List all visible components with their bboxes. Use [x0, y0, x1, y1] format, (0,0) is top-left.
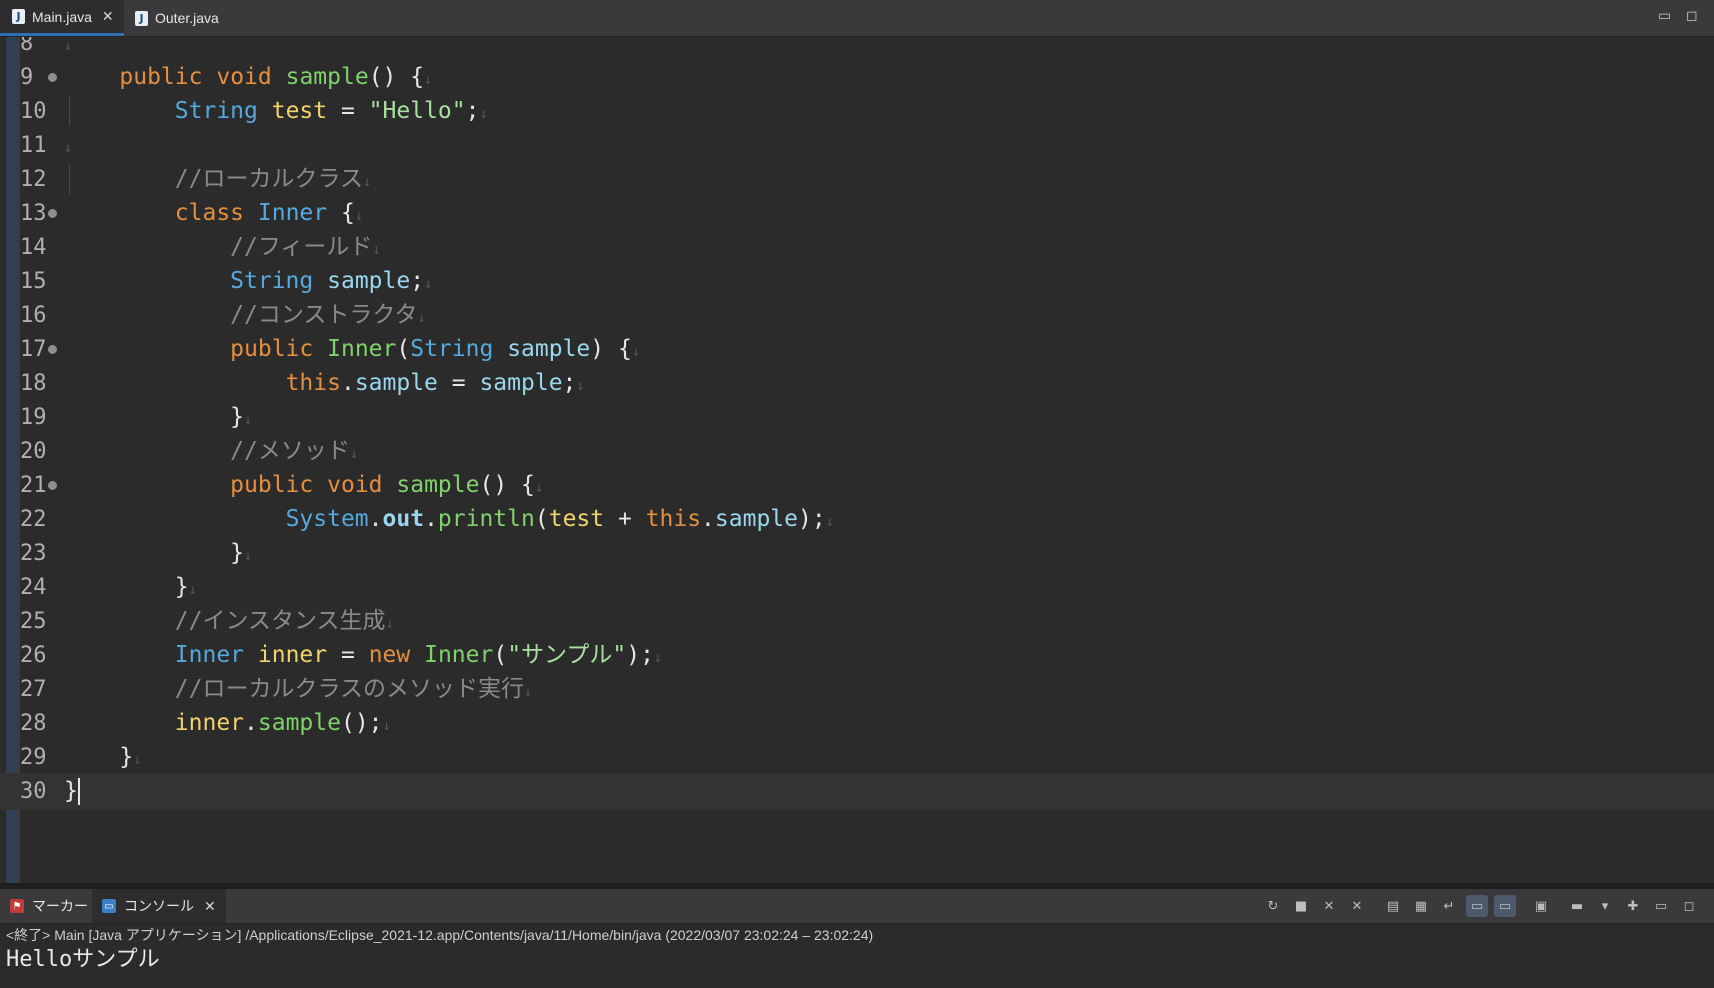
line-number: 16 [20, 303, 47, 328]
console-toolbar: ↻ ■ ✕ ✕ ▤ ▦ ↵ ▭ ▭ ▣ ▬ ▾ ✚ ▭ ◻ [1256, 889, 1700, 923]
line-number: 21 [20, 473, 47, 498]
line-number: 13 [20, 201, 47, 226]
word-wrap-icon[interactable]: ↵ [1438, 895, 1460, 917]
code-line[interactable]: 20 //メソッド↓ [0, 433, 1714, 470]
line-number: 14 [20, 235, 47, 260]
code-line[interactable]: 13 class Inner {↓ [0, 195, 1714, 232]
line-number: 22 [20, 507, 47, 532]
minimize-icon[interactable]: ▭ [1650, 895, 1672, 917]
minimize-icon[interactable]: ▭ [1658, 8, 1671, 24]
display-selected-console-icon[interactable]: ▬ [1566, 895, 1588, 917]
code-line[interactable]: 25 //インスタンス生成↓ [0, 603, 1714, 640]
line-number: 25 [20, 609, 47, 634]
tab-main-java[interactable]: J Main.java ✕ [0, 0, 124, 36]
clear-console-icon[interactable]: ▤ [1382, 895, 1404, 917]
line-number: 17 [20, 337, 47, 362]
console-process-label: <終了> Main [Java アプリケーション] /Applications/… [6, 927, 874, 943]
remove-all-terminated-icon[interactable]: ✕ [1346, 895, 1368, 917]
terminate-icon[interactable]: ■ [1290, 895, 1312, 917]
code-line[interactable]: 21 public void sample() {↓ [0, 467, 1714, 504]
line-number: 30 [20, 779, 47, 804]
java-file-icon: J [12, 9, 25, 24]
tab-label: Main.java [32, 8, 92, 25]
console-tab-bar: ⚑ マーカー ▭ コンソール ✕ ↻ ■ ✕ ✕ ▤ ▦ ↵ ▭ ▭ ▣ ▬ ▾ ✚ ▭ ◻ [0, 889, 1714, 924]
line-number: 15 [20, 269, 47, 294]
code-line[interactable]: 23 }↓ [0, 535, 1714, 572]
tab-markers[interactable]: ⚑ マーカー [0, 889, 100, 923]
editor-tab-bar: J Main.java ✕ J Outer.java ▭ ◻ [0, 0, 1714, 37]
code-line[interactable]: 19 }↓ [0, 399, 1714, 436]
line-number: 10 [20, 99, 47, 124]
tab-label: コンソール [124, 898, 194, 914]
code-line[interactable]: 24 }↓ [0, 569, 1714, 606]
code-line[interactable]: 22 System.out.println(test + this.sample… [0, 501, 1714, 538]
code-line[interactable]: 26 Inner inner = new Inner("サンプル");↓ [0, 637, 1714, 674]
tab-console[interactable]: ▭ コンソール ✕ [92, 889, 226, 923]
code-line[interactable]: 15 String sample;↓ [0, 263, 1714, 300]
relaunch-icon[interactable]: ↻ [1262, 895, 1284, 917]
console-icon: ▭ [102, 899, 116, 913]
code-line[interactable]: 28 inner.sample();↓ [0, 705, 1714, 742]
code-line[interactable]: 12 //ローカルクラス↓ [0, 161, 1714, 198]
code-line[interactable]: 11 ↓ [0, 127, 1714, 164]
line-number: 12 [20, 167, 47, 192]
code-editor[interactable]: 8 ↓ 9 public void sample() {↓ 10 String tes… [0, 37, 1714, 883]
tab-outer-java[interactable]: J Outer.java [133, 0, 229, 36]
markers-icon: ⚑ [10, 899, 24, 913]
scroll-lock-icon[interactable]: ▦ [1410, 895, 1432, 917]
line-number: 20 [20, 439, 47, 464]
code-line[interactable]: 17 public Inner(String sample) {↓ [0, 331, 1714, 368]
tab-label: マーカー [32, 898, 88, 914]
close-icon[interactable]: ✕ [204, 898, 216, 915]
line-number: 18 [20, 371, 47, 396]
maximize-icon[interactable]: ◻ [1678, 895, 1700, 917]
code-line[interactable]: 10 String test = "Hello";↓ [0, 93, 1714, 130]
line-number: 24 [20, 575, 47, 600]
open-console-icon[interactable]: ▾ [1594, 895, 1616, 917]
code-line[interactable]: 30} [0, 773, 1714, 810]
fold-toggle-icon[interactable] [48, 481, 57, 490]
java-file-icon: J [135, 10, 148, 26]
show-on-stderr-icon[interactable]: ▭ [1494, 895, 1516, 917]
close-icon[interactable]: ✕ [102, 8, 114, 25]
code-text: } [64, 778, 80, 805]
line-number: 11 [20, 133, 47, 158]
fold-toggle-icon[interactable] [48, 345, 57, 354]
line-number: 27 [20, 677, 47, 702]
fold-toggle-icon[interactable] [48, 73, 57, 82]
code-line[interactable]: 27 //ローカルクラスのメソッド実行↓ [0, 671, 1714, 708]
code-line[interactable]: 18 this.sample = sample;↓ [0, 365, 1714, 402]
fold-toggle-icon[interactable] [48, 209, 57, 218]
code-line[interactable]: 29 }↓ [0, 739, 1714, 776]
console-output[interactable]: Helloサンプル [6, 944, 160, 976]
line-number: 23 [20, 541, 47, 566]
pin-console-icon[interactable]: ▣ [1530, 895, 1552, 917]
remove-launch-icon[interactable]: ✕ [1318, 895, 1340, 917]
code-line[interactable]: 9 public void sample() {↓ [0, 59, 1714, 96]
line-number: 19 [20, 405, 47, 430]
tab-label: Outer.java [155, 10, 219, 26]
line-number: 26 [20, 643, 47, 668]
new-console-icon[interactable]: ✚ [1622, 895, 1644, 917]
line-number: 29 [20, 745, 47, 770]
code-line[interactable]: 16 //コンストラクタ↓ [0, 297, 1714, 334]
maximize-icon[interactable]: ◻ [1686, 8, 1698, 24]
code-line[interactable]: 14 //フィールド↓ [0, 229, 1714, 266]
line-number: 28 [20, 711, 47, 736]
show-on-stdout-icon[interactable]: ▭ [1466, 895, 1488, 917]
line-number: 9 [20, 65, 34, 90]
